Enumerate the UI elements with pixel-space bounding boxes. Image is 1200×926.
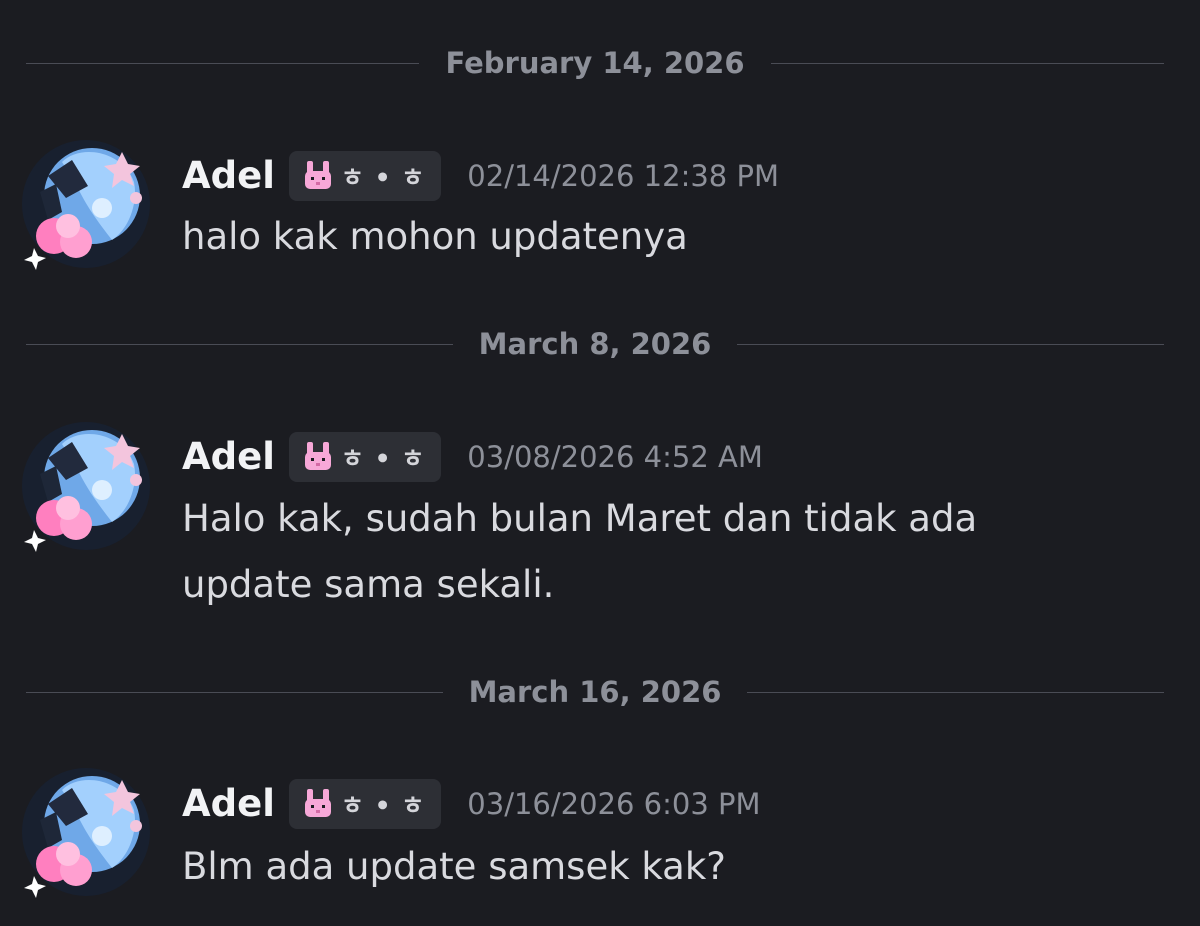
anime-avatar-icon[interactable] xyxy=(18,764,154,900)
message-text: Halo kak, sudah bulan Maret dan tidak ad… xyxy=(182,497,978,606)
bunny-icon xyxy=(301,440,335,474)
divider-line xyxy=(26,691,443,693)
message-text: Blm ada update samsek kak? xyxy=(182,845,726,888)
timestamp[interactable]: 03/08/2026 4:52 AM xyxy=(467,427,763,487)
message-header: Adel ㅎ • ㅎ 03/08/2026 4:52 AM xyxy=(182,427,763,487)
timestamp[interactable]: 02/14/2026 12:38 PM xyxy=(467,146,779,206)
date-divider: March 8, 2026 xyxy=(26,324,1165,364)
server-tag-text: ㅎ • ㅎ xyxy=(340,791,426,820)
divider-line xyxy=(770,62,1164,64)
divider-line xyxy=(26,343,453,345)
server-tag-text: ㅎ • ㅎ xyxy=(340,444,426,473)
divider-line xyxy=(747,691,1164,693)
username[interactable]: Adel xyxy=(182,427,275,487)
bunny-icon xyxy=(301,159,335,193)
date-divider: February 14, 2026 xyxy=(26,43,1164,83)
chat-log: February 14, 2026 Adel ㅎ • ㅎ 02/14/2026 … xyxy=(0,0,1200,926)
server-tag-text: ㅎ • ㅎ xyxy=(340,163,426,192)
message-text: halo kak mohon updatenya xyxy=(182,215,688,258)
message-header: Adel ㅎ • ㅎ 02/14/2026 12:38 PM xyxy=(182,146,779,206)
username[interactable]: Adel xyxy=(182,146,275,206)
timestamp[interactable]: 03/16/2026 6:03 PM xyxy=(467,774,760,834)
divider-line xyxy=(26,62,420,64)
anime-avatar-icon[interactable] xyxy=(18,418,154,554)
date-divider: March 16, 2026 xyxy=(26,672,1164,712)
message-header: Adel ㅎ • ㅎ 03/16/2026 6:03 PM xyxy=(182,774,761,834)
divider-line xyxy=(737,343,1165,345)
username[interactable]: Adel xyxy=(182,774,275,834)
divider-date: February 14, 2026 xyxy=(445,46,745,80)
server-tag[interactable]: ㅎ • ㅎ xyxy=(288,779,442,829)
divider-date: March 8, 2026 xyxy=(478,327,712,361)
server-tag[interactable]: ㅎ • ㅎ xyxy=(288,432,442,482)
divider-date: March 16, 2026 xyxy=(468,675,722,709)
anime-avatar-icon[interactable] xyxy=(18,136,154,272)
bunny-icon xyxy=(301,787,335,821)
server-tag[interactable]: ㅎ • ㅎ xyxy=(288,151,442,201)
